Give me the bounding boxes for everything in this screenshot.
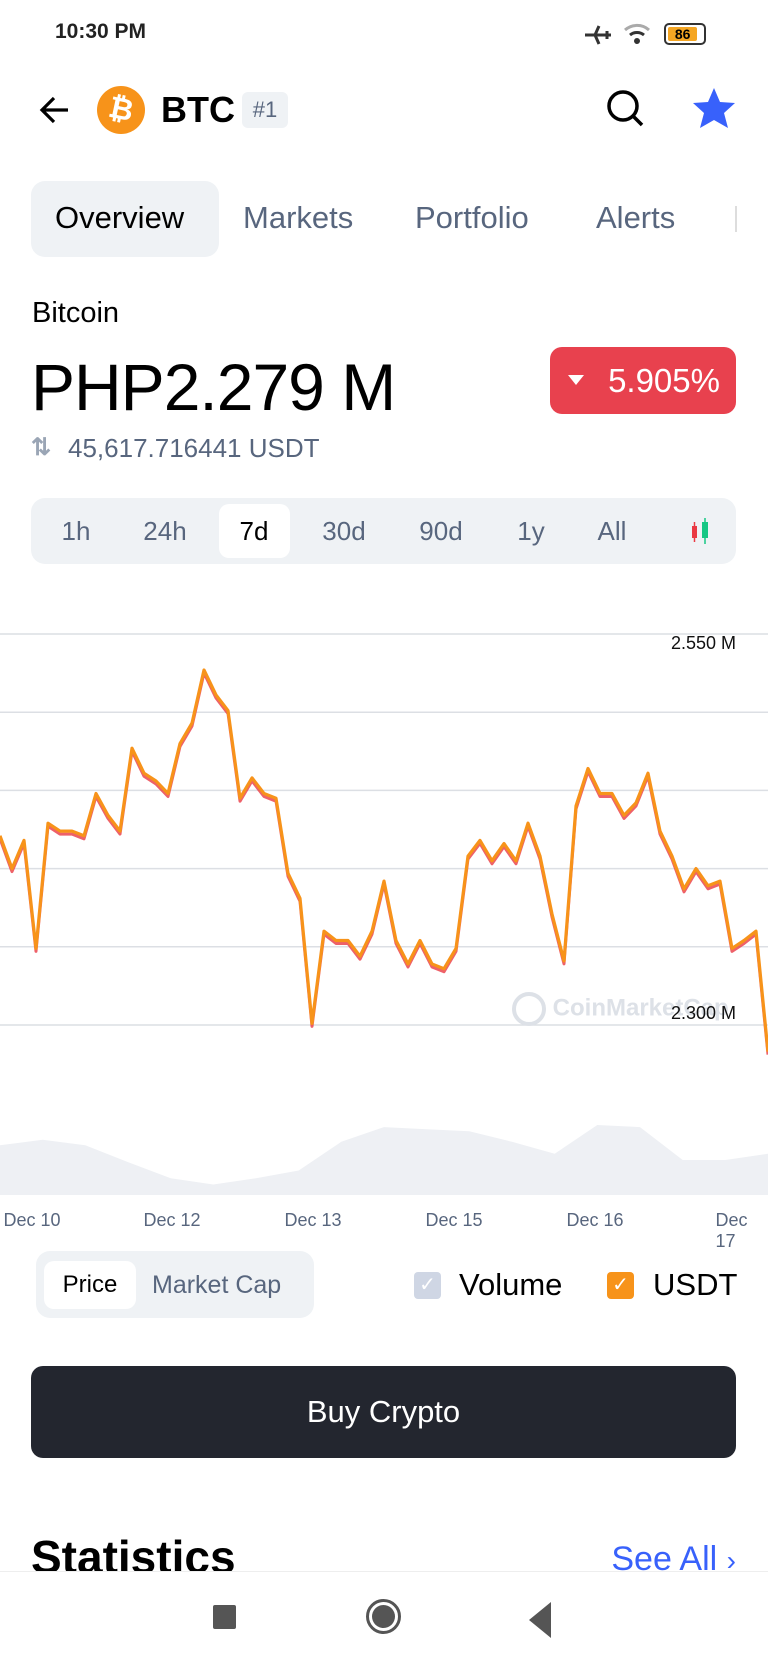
back-triangle-icon[interactable] [529, 1602, 551, 1638]
timeframe-7d[interactable]: 7d [240, 516, 269, 547]
timeframe-1y[interactable]: 1y [517, 516, 544, 547]
timeframe-30d[interactable]: 30d [322, 516, 365, 547]
search-icon[interactable] [605, 88, 647, 130]
tab-markets[interactable]: Markets [243, 200, 353, 236]
x-tick-label: Dec 16 [566, 1210, 624, 1230]
volume-checkbox[interactable]: ✓ [414, 1272, 441, 1299]
battery-level: 86 [668, 27, 698, 41]
x-tick-label: Dec 10 [3, 1210, 61, 1230]
swap-arrows-icon: ⇅ [31, 434, 52, 461]
x-tick-label: Dec 12 [143, 1210, 201, 1230]
price-chart[interactable] [0, 600, 768, 1200]
system-nav-bar [0, 1571, 768, 1664]
x-tick-label: Dec 13 [284, 1210, 342, 1230]
star-icon[interactable] [692, 86, 736, 130]
segment-market-cap[interactable]: Market Cap [152, 1271, 281, 1300]
y-tick-label: 2.300 M [670, 1003, 736, 1023]
caret-down-icon [568, 375, 584, 385]
home-circle-icon[interactable] [366, 1599, 401, 1634]
volume-label: Volume [459, 1267, 563, 1302]
status-time: 10:30 PM [55, 20, 147, 43]
segment-price[interactable]: Price [44, 1261, 136, 1309]
x-tick-label: Dec 15 [425, 1210, 483, 1230]
x-tick-label: Dec 17 [715, 1210, 748, 1251]
change-percent: 5.905% [608, 362, 720, 399]
coin-name: Bitcoin [32, 297, 120, 329]
chart-type-segmented: Price Market Cap [36, 1251, 314, 1318]
coinmarketcap-logo-icon [512, 992, 546, 1026]
tab-alerts[interactable]: Alerts [596, 200, 675, 236]
y-tick-label: 2.550 M [670, 633, 736, 653]
timeframe-90d[interactable]: 90d [419, 516, 462, 547]
usdt-checkbox[interactable]: ✓ [607, 1272, 634, 1299]
back-arrow-icon[interactable] [38, 93, 72, 127]
buy-crypto-button[interactable]: Buy Crypto [31, 1366, 736, 1458]
tab-overview-label[interactable]: Overview [55, 200, 184, 236]
battery-icon: 86 [664, 23, 706, 45]
recents-square-icon[interactable] [213, 1605, 236, 1629]
tab-overflow-divider [735, 206, 737, 232]
timeframe-1h[interactable]: 1h [62, 516, 91, 547]
usdt-price: 45,617.716441 USDT [68, 433, 320, 463]
usdt-label: USDT [653, 1267, 738, 1302]
rank-badge: #1 [242, 92, 288, 128]
change-badge: 5.905% [550, 347, 736, 414]
timeframe-24h[interactable]: 24h [143, 516, 186, 547]
timeframe-all[interactable]: All [598, 516, 627, 547]
coin-price: PHP2.279 M [31, 350, 396, 424]
bitcoin-logo-icon: ₿ [92, 81, 150, 139]
candlestick-icon[interactable] [689, 517, 711, 545]
wifi-icon [624, 23, 650, 44]
volume-area [0, 1125, 768, 1195]
timeframe-selector: 1h 24h 7d 30d 90d 1y All [31, 498, 736, 564]
tab-portfolio[interactable]: Portfolio [415, 200, 529, 236]
coin-symbol: BTC [161, 89, 235, 130]
airplane-icon [585, 25, 611, 45]
